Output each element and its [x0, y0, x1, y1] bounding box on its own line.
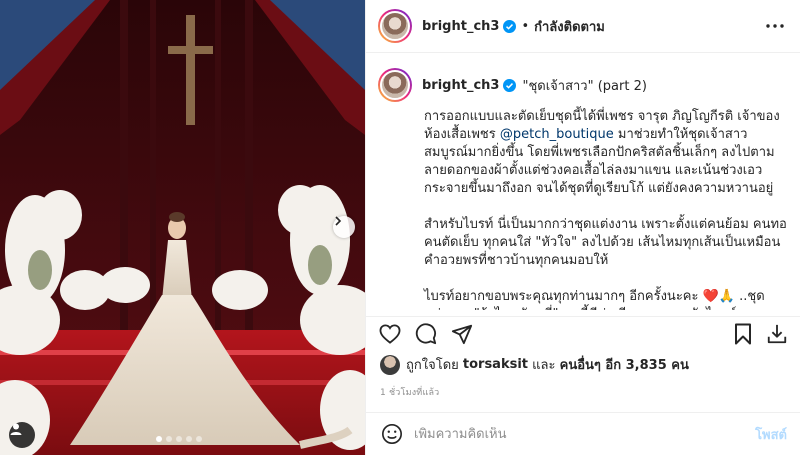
mention-link[interactable]: @petch_boutique: [500, 127, 614, 142]
caption-paragraph: สำหรับไบรท์ นี่เป็นมากกว่าชุดแต่งงาน เพร…: [424, 217, 787, 268]
save-button[interactable]: [729, 320, 757, 348]
user-tag-icon: [10, 423, 22, 435]
comment-input[interactable]: [414, 426, 734, 442]
post-comment-button[interactable]: โพสต์: [755, 424, 787, 445]
comment-button[interactable]: [412, 320, 440, 348]
user-tags-button[interactable]: [9, 422, 35, 448]
bookmark-icon: [735, 323, 751, 344]
comment-icon: [415, 322, 437, 344]
carousel-dot: [176, 436, 182, 442]
carousel-dot: [186, 436, 192, 442]
caption-area[interactable]: bright_ch3 "ชุดเจ้าสาว" (part 2) การออกแ…: [366, 54, 800, 310]
like-button[interactable]: [376, 320, 404, 348]
header-username[interactable]: bright_ch3: [422, 19, 499, 34]
following-button[interactable]: กำลังติดตาม: [534, 16, 605, 37]
share-icon: [451, 324, 473, 344]
more-icon: [766, 24, 784, 28]
heart-icon: [379, 323, 401, 344]
likes-summary: ถูกใจโดย torsaksit และ คนอื่นๆ อีก 3,835…: [380, 354, 689, 375]
post-timestamp[interactable]: 1 ชั่วโมงที่แล้ว: [380, 385, 439, 399]
more-options-button[interactable]: [763, 14, 787, 38]
caption-text: การออกแบบและตัดเย็บชุดนี้ได้พี่เพชร จารุ…: [424, 108, 787, 310]
post-header: bright_ch3 • กำลังติดตาม: [366, 0, 800, 53]
carousel-dot: [196, 436, 202, 442]
action-bar: [366, 316, 800, 350]
post-panel: bright_ch3 • กำลังติดตาม bright_ch3 "ชุด…: [365, 0, 800, 455]
carousel-dot: [166, 436, 172, 442]
caption-paragraph: ไบรท์อยากขอบพระคุณทุกท่านมากๆ อีกครั้งนะ…: [424, 289, 765, 310]
likes-connector: และ: [532, 358, 556, 373]
next-photo-button[interactable]: [333, 216, 355, 238]
post-photo[interactable]: [0, 0, 365, 455]
download-icon: [767, 324, 787, 343]
carousel-dot: [156, 436, 162, 442]
liker-avatar[interactable]: [380, 354, 400, 375]
comment-bar: โพสต์: [366, 412, 800, 455]
likes-prefix: ถูกใจโดย: [406, 358, 459, 373]
download-button[interactable]: [763, 320, 791, 348]
liker-username[interactable]: torsaksit: [463, 357, 528, 372]
emoji-icon: [382, 424, 402, 444]
caption-paragraph: การออกแบบและตัดเย็บชุดนี้ได้พี่เพชร จารุ…: [424, 108, 787, 198]
share-button[interactable]: [448, 320, 476, 348]
likes-count[interactable]: คนอื่นๆ อีก 3,835 คน: [560, 354, 689, 375]
header-separator: •: [521, 18, 530, 34]
chevron-right-icon: [335, 216, 342, 226]
verified-icon: [503, 19, 517, 33]
wedding-photo: [0, 0, 365, 455]
caption-header: bright_ch3 "ชุดเจ้าสาว" (part 2): [378, 68, 787, 102]
post-title: "ชุดเจ้าสาว" (part 2): [522, 78, 647, 94]
carousel-indicator: [156, 436, 202, 442]
caption-username[interactable]: bright_ch3: [422, 78, 499, 93]
emoji-button[interactable]: [380, 422, 404, 446]
avatar[interactable]: [378, 9, 412, 43]
verified-icon: [503, 78, 517, 92]
avatar[interactable]: [378, 68, 412, 102]
